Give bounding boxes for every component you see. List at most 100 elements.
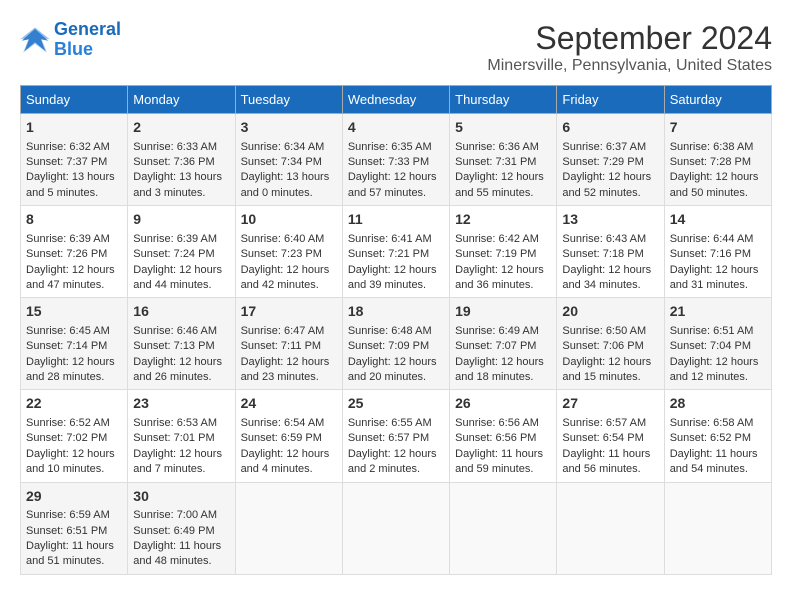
calendar-cell [450, 482, 557, 574]
sunset-text: Sunset: 7:21 PM [348, 248, 429, 260]
day-number: 17 [241, 302, 337, 322]
page-title: September 2024 [487, 20, 772, 57]
calendar-cell: 28 Sunrise: 6:58 AM Sunset: 6:52 PM Dayligh… [664, 390, 771, 482]
sunrise-text: Sunrise: 6:49 AM [455, 325, 539, 337]
daylight-text: Daylight: 12 hours and 7 minutes. [133, 448, 222, 475]
calendar-week-row: 8 Sunrise: 6:39 AM Sunset: 7:26 PM Daylight… [21, 206, 772, 298]
sunrise-text: Sunrise: 7:00 AM [133, 509, 217, 521]
calendar-cell: 10Sunrise: 6:40 AMSunset: 7:23 PMDayligh… [235, 206, 342, 298]
daylight-text: Daylight: 12 hours and 34 minutes. [562, 264, 651, 291]
sunset-text: Sunset: 6:52 PM [670, 432, 751, 444]
sunrise-text: Sunrise: 6:43 AM [562, 233, 646, 245]
calendar-cell: 12Sunrise: 6:42 AMSunset: 7:19 PMDayligh… [450, 206, 557, 298]
column-header-saturday: Saturday [664, 86, 771, 114]
day-number: 1 [26, 118, 122, 138]
sunrise-text: Sunrise: 6:36 AM [455, 141, 539, 153]
sunset-text: Sunset: 7:04 PM [670, 340, 751, 352]
title-block: September 2024 Minersville, Pennsylvania… [487, 20, 772, 75]
day-number: 15 [26, 302, 122, 322]
day-number: 2 [133, 118, 229, 138]
logo-text: General Blue [54, 20, 121, 60]
sunrise-text: Sunrise: 6:53 AM [133, 417, 217, 429]
sunrise-text: Sunrise: 6:51 AM [670, 325, 754, 337]
calendar-cell: 22 Sunrise: 6:52 AM Sunset: 7:02 PM Dayligh… [21, 390, 128, 482]
daylight-text: Daylight: 12 hours and 4 minutes. [241, 448, 330, 475]
sunrise-text: Sunrise: 6:59 AM [26, 509, 110, 521]
daylight-text: Daylight: 11 hours and 59 minutes. [455, 448, 543, 475]
calendar-week-row: 29Sunrise: 6:59 AMSunset: 6:51 PMDayligh… [21, 482, 772, 574]
sunrise-text: Sunrise: 6:39 AM [26, 233, 110, 245]
calendar-cell: 9Sunrise: 6:39 AMSunset: 7:24 PMDaylight… [128, 206, 235, 298]
daylight-text: Daylight: 11 hours and 48 minutes. [133, 540, 221, 567]
calendar-cell: 6Sunrise: 6:37 AMSunset: 7:29 PMDaylight… [557, 114, 664, 206]
sunset-text: Sunset: 7:36 PM [133, 156, 214, 168]
column-header-sunday: Sunday [21, 86, 128, 114]
daylight-text: Daylight: 12 hours and 39 minutes. [348, 264, 437, 291]
sunset-text: Sunset: 7:23 PM [241, 248, 322, 260]
day-number: 4 [348, 118, 444, 138]
calendar-cell: 13Sunrise: 6:43 AMSunset: 7:18 PMDayligh… [557, 206, 664, 298]
day-number: 23 [133, 394, 229, 414]
daylight-text: Daylight: 12 hours and 57 minutes. [348, 171, 437, 198]
day-number: 16 [133, 302, 229, 322]
sunset-text: Sunset: 6:56 PM [455, 432, 536, 444]
sunrise-text: Sunrise: 6:38 AM [670, 141, 754, 153]
column-header-wednesday: Wednesday [342, 86, 449, 114]
day-number: 5 [455, 118, 551, 138]
sunrise-text: Sunrise: 6:52 AM [26, 417, 110, 429]
sunset-text: Sunset: 6:49 PM [133, 525, 214, 537]
daylight-text: Daylight: 13 hours and 5 minutes. [26, 171, 115, 198]
sunrise-text: Sunrise: 6:46 AM [133, 325, 217, 337]
sunrise-text: Sunrise: 6:44 AM [670, 233, 754, 245]
day-number: 18 [348, 302, 444, 322]
day-number: 22 [26, 394, 122, 414]
logo-bird-icon [20, 26, 50, 54]
calendar-cell: 1Sunrise: 6:32 AMSunset: 7:37 PMDaylight… [21, 114, 128, 206]
daylight-text: Daylight: 12 hours and 44 minutes. [133, 264, 222, 291]
sunset-text: Sunset: 7:34 PM [241, 156, 322, 168]
sunset-text: Sunset: 7:02 PM [26, 432, 107, 444]
calendar-cell: 16Sunrise: 6:46 AMSunset: 7:13 PMDayligh… [128, 298, 235, 390]
daylight-text: Daylight: 12 hours and 12 minutes. [670, 356, 759, 383]
calendar-cell: 3Sunrise: 6:34 AMSunset: 7:34 PMDaylight… [235, 114, 342, 206]
daylight-text: Daylight: 11 hours and 51 minutes. [26, 540, 114, 567]
daylight-text: Daylight: 12 hours and 2 minutes. [348, 448, 437, 475]
calendar-cell: 26Sunrise: 6:56 AMSunset: 6:56 PMDayligh… [450, 390, 557, 482]
daylight-text: Daylight: 11 hours and 54 minutes. [670, 448, 758, 475]
daylight-text: Daylight: 12 hours and 10 minutes. [26, 448, 115, 475]
sunrise-text: Sunrise: 6:55 AM [348, 417, 432, 429]
daylight-text: Daylight: 12 hours and 42 minutes. [241, 264, 330, 291]
calendar-cell: 27Sunrise: 6:57 AMSunset: 6:54 PMDayligh… [557, 390, 664, 482]
calendar-week-row: 15Sunrise: 6:45 AMSunset: 7:14 PMDayligh… [21, 298, 772, 390]
calendar-cell: 4Sunrise: 6:35 AMSunset: 7:33 PMDaylight… [342, 114, 449, 206]
sunrise-text: Sunrise: 6:35 AM [348, 141, 432, 153]
calendar-cell: 21Sunrise: 6:51 AMSunset: 7:04 PMDayligh… [664, 298, 771, 390]
sunrise-text: Sunrise: 6:32 AM [26, 141, 110, 153]
daylight-text: Daylight: 11 hours and 56 minutes. [562, 448, 650, 475]
daylight-text: Daylight: 12 hours and 36 minutes. [455, 264, 544, 291]
daylight-text: Daylight: 13 hours and 0 minutes. [241, 171, 330, 198]
column-header-tuesday: Tuesday [235, 86, 342, 114]
day-number: 3 [241, 118, 337, 138]
day-number: 7 [670, 118, 766, 138]
calendar-cell [342, 482, 449, 574]
daylight-text: Daylight: 12 hours and 31 minutes. [670, 264, 759, 291]
sunset-text: Sunset: 6:54 PM [562, 432, 643, 444]
calendar-week-row: 1Sunrise: 6:32 AMSunset: 7:37 PMDaylight… [21, 114, 772, 206]
day-number: 14 [670, 210, 766, 230]
daylight-text: Daylight: 12 hours and 47 minutes. [26, 264, 115, 291]
day-number: 20 [562, 302, 658, 322]
day-number: 8 [26, 210, 122, 230]
sunrise-text: Sunrise: 6:47 AM [241, 325, 325, 337]
day-number: 6 [562, 118, 658, 138]
calendar-cell [235, 482, 342, 574]
day-number: 11 [348, 210, 444, 230]
calendar-cell: 5Sunrise: 6:36 AMSunset: 7:31 PMDaylight… [450, 114, 557, 206]
calendar-table: SundayMondayTuesdayWednesdayThursdayFrid… [20, 85, 772, 575]
calendar-cell: 29Sunrise: 6:59 AMSunset: 6:51 PMDayligh… [21, 482, 128, 574]
daylight-text: Daylight: 12 hours and 26 minutes. [133, 356, 222, 383]
day-number: 28 [670, 394, 766, 414]
sunset-text: Sunset: 7:26 PM [26, 248, 107, 260]
sunrise-text: Sunrise: 6:58 AM [670, 417, 754, 429]
calendar-header-row: SundayMondayTuesdayWednesdayThursdayFrid… [21, 86, 772, 114]
